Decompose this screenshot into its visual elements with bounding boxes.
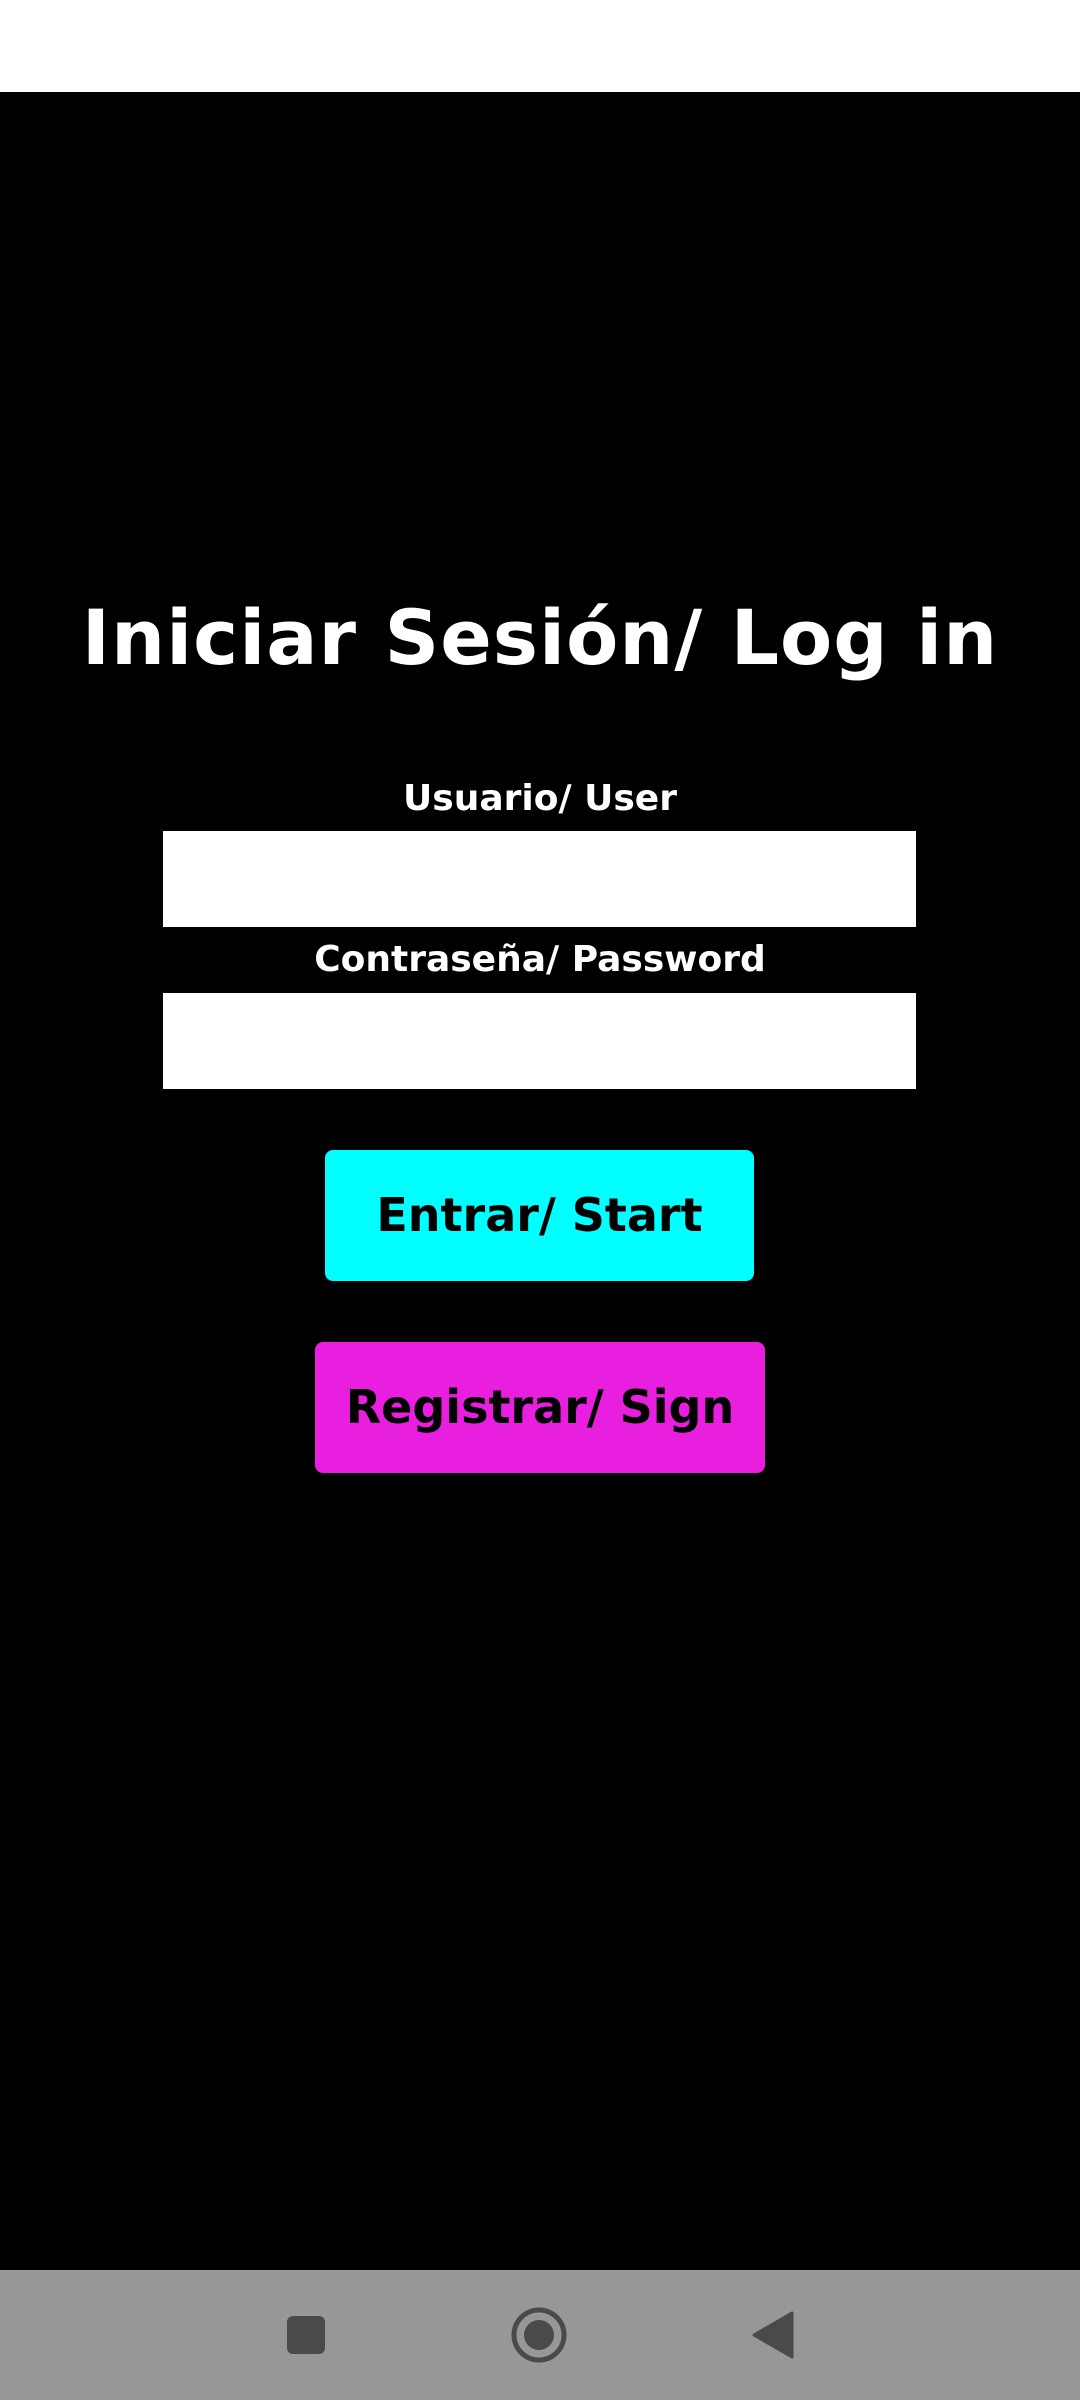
navigation-bar	[0, 2270, 1080, 2400]
recents-icon	[287, 2316, 325, 2354]
password-label: Contraseña/ Password	[314, 939, 766, 980]
back-icon	[752, 2311, 794, 2359]
page-title: Iniciar Sesión/ Log in	[81, 593, 999, 682]
home-icon	[511, 2307, 567, 2363]
register-button[interactable]: Registrar/ Sign in	[315, 1342, 765, 1565]
back-button[interactable]	[708, 2270, 838, 2400]
password-input[interactable]	[163, 993, 916, 1089]
status-bar	[0, 0, 1080, 92]
start-button[interactable]: Entrar/ Start	[325, 1150, 754, 1281]
recents-button[interactable]	[241, 2270, 371, 2400]
user-label: Usuario/ User	[403, 778, 677, 819]
home-button[interactable]	[474, 2270, 604, 2400]
user-input[interactable]	[163, 831, 916, 927]
